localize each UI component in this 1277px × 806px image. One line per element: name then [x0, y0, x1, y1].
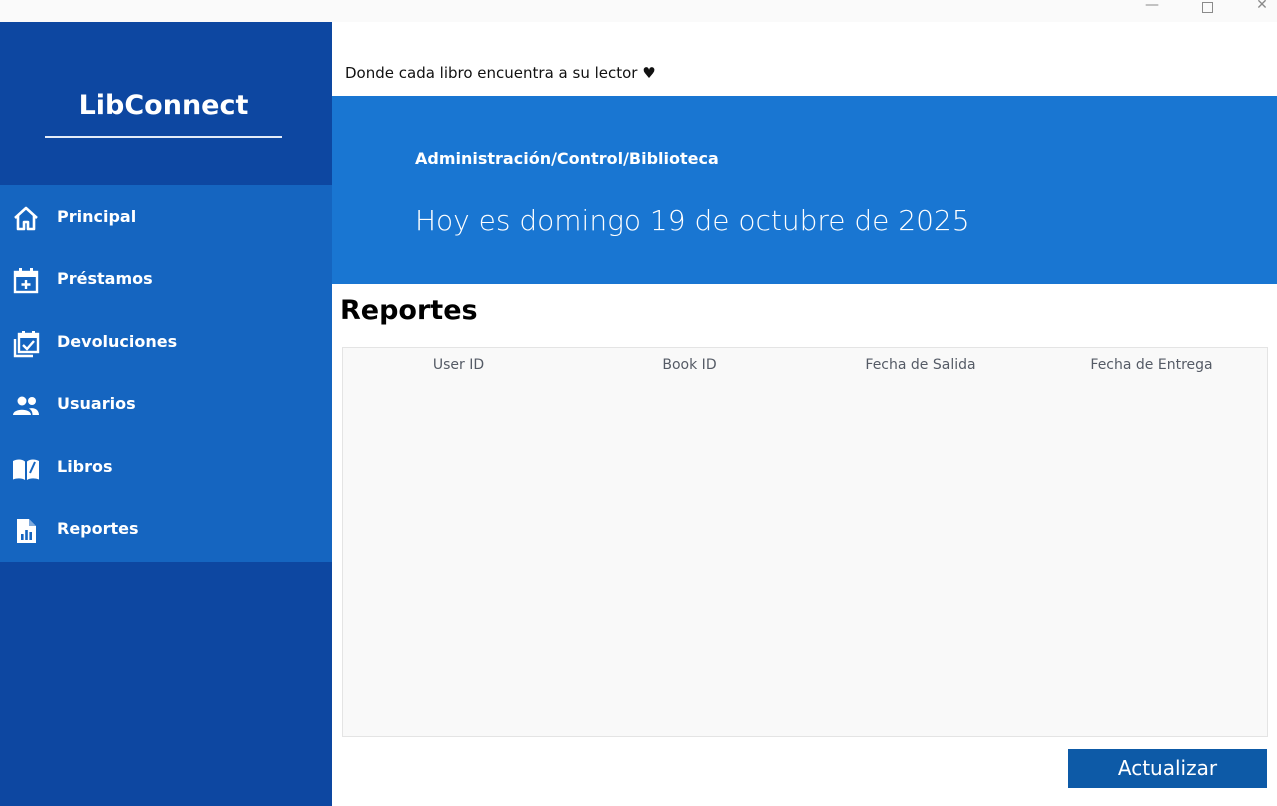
sidebar-item-label: Devoluciones — [57, 332, 178, 351]
sidebar-item-devoluciones[interactable]: Devoluciones — [0, 318, 332, 368]
home-icon — [14, 206, 38, 231]
refresh-button[interactable]: Actualizar — [1068, 749, 1267, 788]
sidebar-item-prestamos[interactable]: Préstamos — [0, 255, 332, 305]
close-button[interactable]: ✕ — [1247, 0, 1277, 16]
calendar-check-icon — [13, 331, 40, 358]
column-header-book-id[interactable]: Book ID — [574, 354, 805, 378]
maximize-button[interactable] — [1192, 0, 1222, 16]
brand-divider — [45, 136, 282, 138]
sidebar-item-label: Principal — [57, 207, 137, 226]
page-title: Reportes — [340, 295, 478, 326]
sidebar-item-label: Reportes — [57, 519, 139, 538]
sidebar-item-usuarios[interactable]: Usuarios — [0, 380, 332, 430]
users-icon — [13, 396, 39, 415]
breadcrumb: Administración/Control/Biblioteca — [415, 149, 719, 168]
book-open-icon — [13, 459, 39, 480]
sidebar: LibConnect Principal Préstamos Devolucio… — [0, 22, 332, 806]
column-header-user-id[interactable]: User ID — [343, 354, 574, 378]
table-header: User ID Book ID Fecha de Salida Fecha de… — [343, 354, 1267, 378]
window-titlebar: — ✕ — [0, 0, 1277, 22]
brand-title: LibConnect — [78, 90, 249, 121]
report-chart-icon — [17, 519, 36, 543]
app-tagline: Donde cada libro encuentra a su lector ♥ — [345, 64, 656, 82]
sidebar-nav: Principal Préstamos Devoluciones Usuario… — [0, 185, 332, 562]
calendar-add-icon — [13, 268, 39, 294]
column-header-fecha-entrega[interactable]: Fecha de Entrega — [1036, 354, 1267, 378]
current-date: Hoy es domingo 19 de octubre de 2025 — [415, 204, 970, 237]
sidebar-item-label: Usuarios — [57, 394, 136, 413]
maximize-icon — [1201, 2, 1213, 13]
reports-table[interactable]: User ID Book ID Fecha de Salida Fecha de… — [342, 347, 1268, 737]
sidebar-item-principal[interactable]: Principal — [0, 193, 332, 243]
sidebar-item-label: Préstamos — [57, 269, 153, 288]
minimize-button[interactable]: — — [1137, 0, 1167, 16]
column-header-fecha-salida[interactable]: Fecha de Salida — [805, 354, 1036, 378]
sidebar-item-libros[interactable]: Libros — [0, 443, 332, 493]
sidebar-item-reportes[interactable]: Reportes — [0, 505, 332, 555]
sidebar-item-label: Libros — [57, 457, 113, 476]
header-banner: Administración/Control/Biblioteca Hoy es… — [332, 96, 1277, 284]
